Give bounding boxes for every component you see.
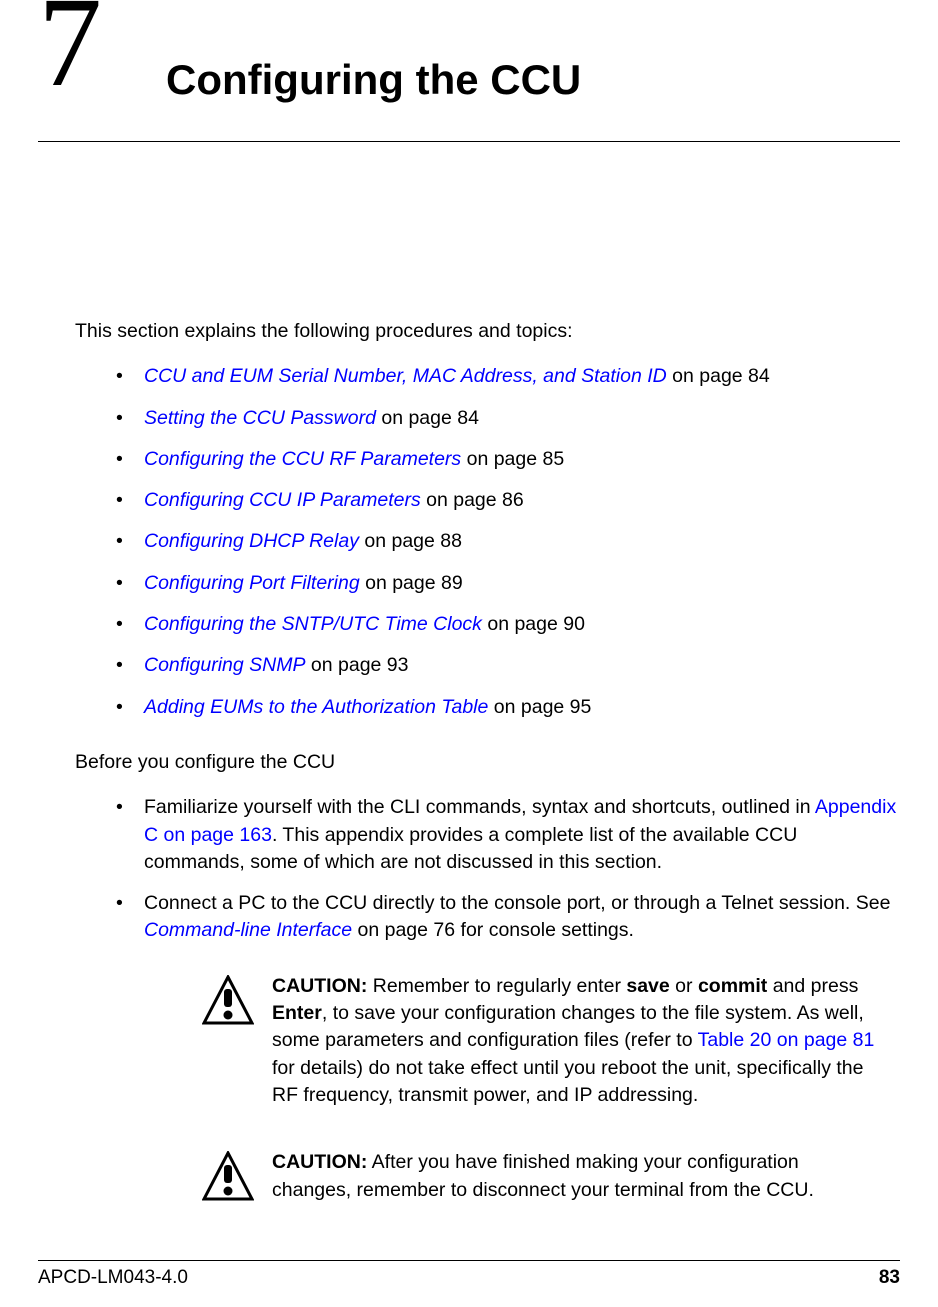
text: or xyxy=(670,975,698,997)
caution-box-2: CAUTION: After you have finished making … xyxy=(202,1149,882,1204)
list-item: Configuring the SNTP/UTC Time Clock on p… xyxy=(38,611,900,638)
chapter-number: 7 xyxy=(38,0,102,106)
cli-link[interactable]: Command-line Interface xyxy=(144,919,352,941)
footer-doc-id: APCD-LM043-4.0 xyxy=(38,1267,188,1289)
list-item: Configuring CCU IP Parameters on page 86 xyxy=(38,487,900,514)
page-ref: on page 85 xyxy=(461,448,564,470)
page-ref: on page 84 xyxy=(376,407,479,429)
list-item: Familiarize yourself with the CLI comman… xyxy=(38,794,900,876)
page-ref: on page 90 xyxy=(482,613,585,635)
list-item: Connect a PC to the CCU directly to the … xyxy=(38,890,900,945)
page-ref: on page 84 xyxy=(667,365,770,387)
page-ref: on page 89 xyxy=(360,572,463,594)
caution-label: CAUTION: xyxy=(272,1151,367,1173)
page: 7 Configuring the CCU This section expla… xyxy=(0,0,938,1307)
page-footer: APCD-LM043-4.0 83 xyxy=(38,1260,900,1289)
bold-text: Enter xyxy=(272,1002,322,1024)
topic-link[interactable]: Configuring the SNTP/UTC Time Clock xyxy=(144,613,482,635)
chapter-header: 7 Configuring the CCU xyxy=(38,0,900,142)
caution-icon xyxy=(202,1149,272,1204)
topic-link[interactable]: Adding EUMs to the Authorization Table xyxy=(144,696,488,718)
page-ref: on page 88 xyxy=(359,530,462,552)
text: Remember to regularly enter xyxy=(367,975,626,997)
text: Connect a PC to the CCU directly to the … xyxy=(144,892,890,914)
list-item: Setting the CCU Password on page 84 xyxy=(38,405,900,432)
list-item: Configuring the CCU RF Parameters on pag… xyxy=(38,446,900,473)
text: for details) do not take effect until yo… xyxy=(272,1057,863,1106)
list-item: Configuring SNMP on page 93 xyxy=(38,652,900,679)
caution-box-1: CAUTION: Remember to regularly enter sav… xyxy=(202,973,882,1109)
topic-link[interactable]: Configuring the CCU RF Parameters xyxy=(144,448,461,470)
topic-link[interactable]: Setting the CCU Password xyxy=(144,407,376,429)
topic-link[interactable]: Configuring Port Filtering xyxy=(144,572,360,594)
bold-text: save xyxy=(626,975,669,997)
list-item: Adding EUMs to the Authorization Table o… xyxy=(38,694,900,721)
caution-icon xyxy=(202,973,272,1109)
caution-text: CAUTION: After you have finished making … xyxy=(272,1149,882,1204)
topic-link[interactable]: CCU and EUM Serial Number, MAC Address, … xyxy=(144,365,667,387)
content: This section explains the following proc… xyxy=(38,142,900,1204)
page-ref: on page 86 xyxy=(421,489,524,511)
table-link[interactable]: Table 20 on page 81 xyxy=(698,1029,875,1051)
text: on page 76 for console settings. xyxy=(352,919,634,941)
topic-list: CCU and EUM Serial Number, MAC Address, … xyxy=(38,363,900,721)
before-list: Familiarize yourself with the CLI comman… xyxy=(38,794,900,944)
text: and press xyxy=(767,975,858,997)
topic-link[interactable]: Configuring DHCP Relay xyxy=(144,530,359,552)
topic-link[interactable]: Configuring SNMP xyxy=(144,654,305,676)
list-item: Configuring Port Filtering on page 89 xyxy=(38,570,900,597)
topic-link[interactable]: Configuring CCU IP Parameters xyxy=(144,489,421,511)
footer-page-number: 83 xyxy=(879,1267,900,1289)
page-ref: on page 95 xyxy=(488,696,591,718)
chapter-title: Configuring the CCU xyxy=(166,56,581,104)
caution-text: CAUTION: Remember to regularly enter sav… xyxy=(272,973,882,1109)
page-ref: on page 93 xyxy=(305,654,408,676)
intro-paragraph: This section explains the following proc… xyxy=(75,318,900,345)
bold-text: commit xyxy=(698,975,767,997)
caution-label: CAUTION: xyxy=(272,975,367,997)
list-item: CCU and EUM Serial Number, MAC Address, … xyxy=(38,363,900,390)
list-item: Configuring DHCP Relay on page 88 xyxy=(38,528,900,555)
before-heading: Before you configure the CCU xyxy=(75,749,900,776)
text: Familiarize yourself with the CLI comman… xyxy=(144,796,815,818)
